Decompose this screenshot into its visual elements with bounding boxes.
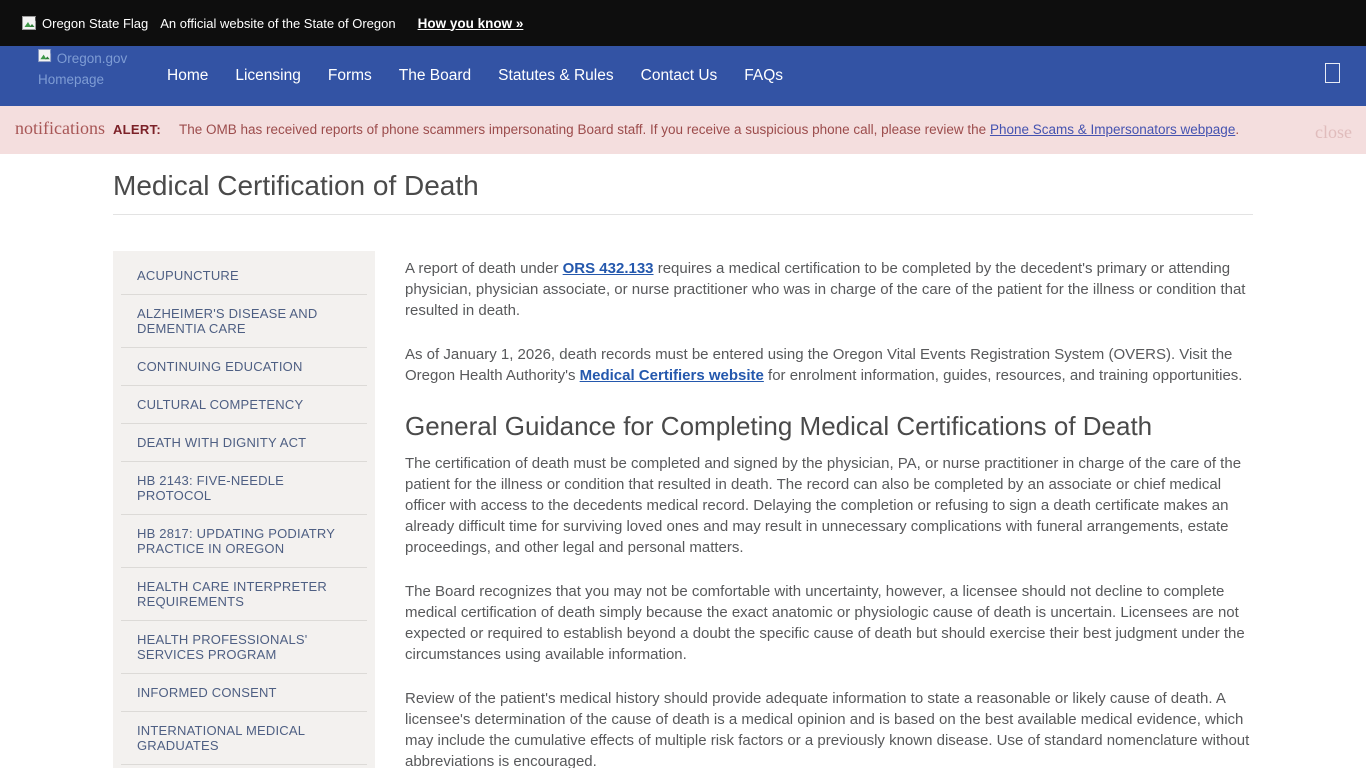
sidebar-item-hb2817[interactable]: HB 2817: UPDATING PODIATRY PRACTICE IN O… <box>113 515 375 567</box>
page-title: Medical Certification of Death <box>113 170 1253 215</box>
article-content: A report of death under ORS 432.133 requ… <box>405 251 1253 768</box>
sidebar-item-hb2143[interactable]: HB 2143: FIVE-NEEDLE PROTOCOL <box>113 462 375 514</box>
oregon-gov-logo[interactable]: Oregon.gov Homepage <box>38 48 138 90</box>
broken-image-icon <box>22 16 38 31</box>
nav-item-licensing[interactable]: Licensing <box>235 67 301 85</box>
guidance-paragraph-1: The certification of death must be compl… <box>405 453 1253 558</box>
how-you-know-link[interactable]: How you know » <box>418 16 524 31</box>
alert-banner: notifications ALERT: The OMB has received … <box>0 106 1366 154</box>
nav-item-contact-us[interactable]: Contact Us <box>641 67 718 85</box>
nav-links: Home Licensing Forms The Board Statutes … <box>167 67 783 85</box>
nav-item-statutes-rules[interactable]: Statutes & Rules <box>498 67 613 85</box>
broken-image-icon <box>38 49 53 63</box>
overs-text-end: for enrolment information, guides, resou… <box>764 367 1243 384</box>
overs-paragraph: As of January 1, 2026, death records mus… <box>405 344 1253 386</box>
official-state-bar: Oregon State Flag An official website of… <box>0 0 1366 46</box>
alert-message-end: . <box>1235 122 1239 137</box>
sidebar-item-informed-consent[interactable]: INFORMED CONSENT <box>113 674 375 711</box>
intro-paragraph: A report of death under ORS 432.133 requ… <box>405 258 1253 321</box>
intro-text: A report of death under <box>405 260 563 277</box>
notifications-icon: notifications <box>15 118 105 138</box>
flag-alt-text: Oregon State Flag <box>42 16 148 31</box>
topics-sidebar: ACUPUNCTURE ALZHEIMER'S DISEASE AND DEME… <box>113 251 375 768</box>
medical-certifiers-link[interactable]: Medical Certifiers website <box>580 367 764 384</box>
guidance-paragraph-2: The Board recognizes that you may not be… <box>405 581 1253 665</box>
sidebar-item-hpsp[interactable]: HEALTH PROFESSIONALS' SERVICES PROGRAM <box>113 621 375 673</box>
sidebar-item-alzheimers[interactable]: ALZHEIMER'S DISEASE AND DEMENTIA CARE <box>113 295 375 347</box>
sidebar-item-cultural-competency[interactable]: CULTURAL COMPETENCY <box>113 386 375 423</box>
sidebar-item-international-grads[interactable]: INTERNATIONAL MEDICAL GRADUATES <box>113 712 375 764</box>
main-navbar: Oregon.gov Homepage Home Licensing Forms… <box>0 46 1366 106</box>
section-title-general-guidance: General Guidance for Completing Medical … <box>405 416 1253 437</box>
sidebar-divider <box>121 764 367 765</box>
page-container: Medical Certification of Death ACUPUNCTU… <box>0 154 1366 768</box>
sidebar-item-death-with-dignity[interactable]: DEATH WITH DIGNITY ACT <box>113 424 375 461</box>
alert-message: The OMB has received reports of phone sc… <box>179 122 990 137</box>
sidebar-item-interpreter[interactable]: HEALTH CARE INTERPRETER REQUIREMENTS <box>113 568 375 620</box>
sidebar-item-continuing-education[interactable]: CONTINUING EDUCATION <box>113 348 375 385</box>
official-website-text: An official website of the State of Oreg… <box>160 16 395 31</box>
nav-item-the-board[interactable]: The Board <box>399 67 471 85</box>
ors-432-133-link[interactable]: ORS 432.133 <box>563 260 654 277</box>
nav-item-forms[interactable]: Forms <box>328 67 372 85</box>
sidebar-item-acupuncture[interactable]: ACUPUNCTURE <box>113 257 375 294</box>
nav-item-home[interactable]: Home <box>167 67 208 85</box>
guidance-paragraph-3: Review of the patient's medical history … <box>405 688 1253 768</box>
alert-label: ALERT: <box>113 122 161 137</box>
phone-scams-link[interactable]: Phone Scams & Impersonators webpage <box>990 122 1235 137</box>
close-icon[interactable]: close <box>1315 122 1352 143</box>
content-layout: ACUPUNCTURE ALZHEIMER'S DISEASE AND DEME… <box>113 251 1253 768</box>
search-icon[interactable] <box>1325 63 1340 83</box>
nav-item-faqs[interactable]: FAQs <box>744 67 783 85</box>
